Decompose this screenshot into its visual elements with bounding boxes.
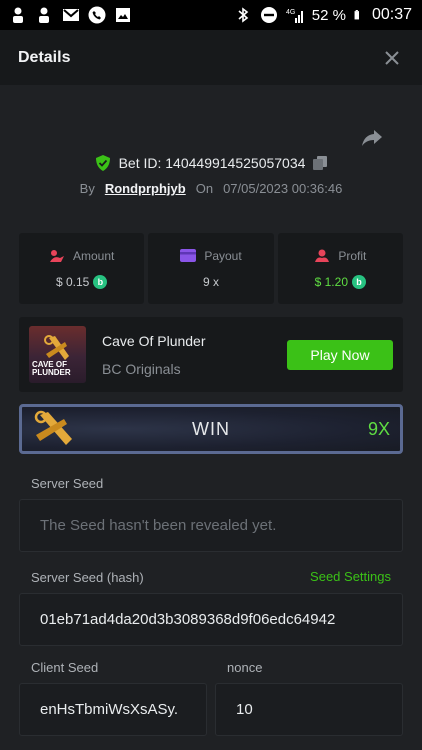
svg-text:4G: 4G — [286, 9, 295, 16]
payout-icon — [180, 249, 197, 262]
game-name: Cave Of Plunder — [102, 332, 206, 349]
signal-4g-icon: 4G — [286, 9, 303, 23]
bet-date: 07/05/2023 00:36:46 — [223, 181, 343, 196]
bcd-coin-icon: b — [352, 274, 366, 289]
copy-icon[interactable] — [313, 156, 328, 170]
payout-value: 9 x — [202, 274, 219, 289]
result-label: WIN — [192, 418, 230, 439]
status-left-icons — [10, 6, 132, 24]
page-title: Details — [18, 48, 71, 66]
server-seed-hash-field[interactable]: 01eb71ad4da20d3b3089368d9f06edc64942 — [19, 593, 403, 646]
do-not-disturb-icon — [260, 7, 277, 23]
on-label: On — [195, 181, 214, 196]
person-lock-icon — [39, 7, 49, 23]
image-icon — [116, 8, 130, 22]
game-thumbnail[interactable]: CAVE OF PLUNDER — [29, 326, 86, 383]
bet-byline: By Rondprphjyb On 07/05/2023 00:36:46 — [0, 181, 422, 196]
phone-icon — [88, 6, 106, 24]
result-banner: WIN 9X — [19, 404, 403, 454]
payout-label: Payout — [204, 248, 242, 263]
profit-label: Profit — [338, 248, 367, 263]
battery-percent: 52 % — [311, 6, 346, 24]
close-button[interactable] — [380, 46, 404, 70]
verified-shield-icon — [95, 155, 110, 171]
server-seed-hash-label: Server Seed (hash) — [31, 570, 144, 585]
share-icon[interactable] — [360, 125, 384, 149]
server-seed-field: The Seed hasn't been revealed yet. — [19, 499, 403, 552]
status-right-icons: 4G 52 % 00:37 — [234, 6, 412, 24]
play-now-button[interactable]: Play Now — [287, 339, 393, 370]
game-card: CAVE OF PLUNDER Cave Of Plunder BC Origi… — [19, 317, 403, 392]
client-seed-field[interactable]: enHsTbmiWsXsASy. — [19, 683, 207, 736]
gmail-icon — [63, 9, 79, 21]
bluetooth-icon — [238, 7, 249, 23]
amount-label: Amount — [72, 248, 115, 263]
stat-profit: Profit $ 1.20 b — [277, 233, 403, 304]
clock: 00:37 — [371, 6, 412, 23]
status-bar: 4G 52 % 00:37 — [0, 0, 422, 30]
server-seed-label: Server Seed — [31, 476, 104, 491]
seed-settings-link[interactable]: Seed Settings — [310, 569, 391, 584]
stat-amount: Amount $ 0.15 b — [19, 233, 145, 304]
details-header: Details — [0, 30, 422, 85]
bet-stats: Amount $ 0.15 b Payout 9 x Profit $ 1.20 — [19, 233, 403, 304]
game-thumbnail-text: CAVE OF PLUNDER — [32, 360, 71, 377]
profit-value: $ 1.20 — [314, 274, 348, 289]
amount-value: $ 0.15 — [55, 274, 90, 289]
bcd-coin-icon: b — [93, 274, 108, 289]
profit-icon — [315, 249, 330, 262]
bet-id-row: Bet ID: 140449914525057034 — [0, 155, 422, 171]
client-seed-label: Client Seed — [31, 660, 99, 675]
amount-icon — [49, 249, 64, 262]
battery-icon — [354, 10, 359, 20]
nonce-label: nonce — [227, 660, 263, 675]
stat-payout: Payout 9 x — [148, 233, 274, 304]
nonce-field[interactable]: 10 — [215, 683, 403, 736]
username-link[interactable]: Rondprphjyb — [105, 181, 186, 196]
game-provider: BC Originals — [102, 360, 181, 377]
by-label: By — [79, 181, 95, 196]
bet-id: Bet ID: 140449914525057034 — [118, 155, 306, 171]
person-lock-icon — [13, 7, 23, 23]
details-content: Bet ID: 140449914525057034 By Rondprphjy… — [0, 85, 422, 750]
close-icon — [385, 50, 399, 65]
